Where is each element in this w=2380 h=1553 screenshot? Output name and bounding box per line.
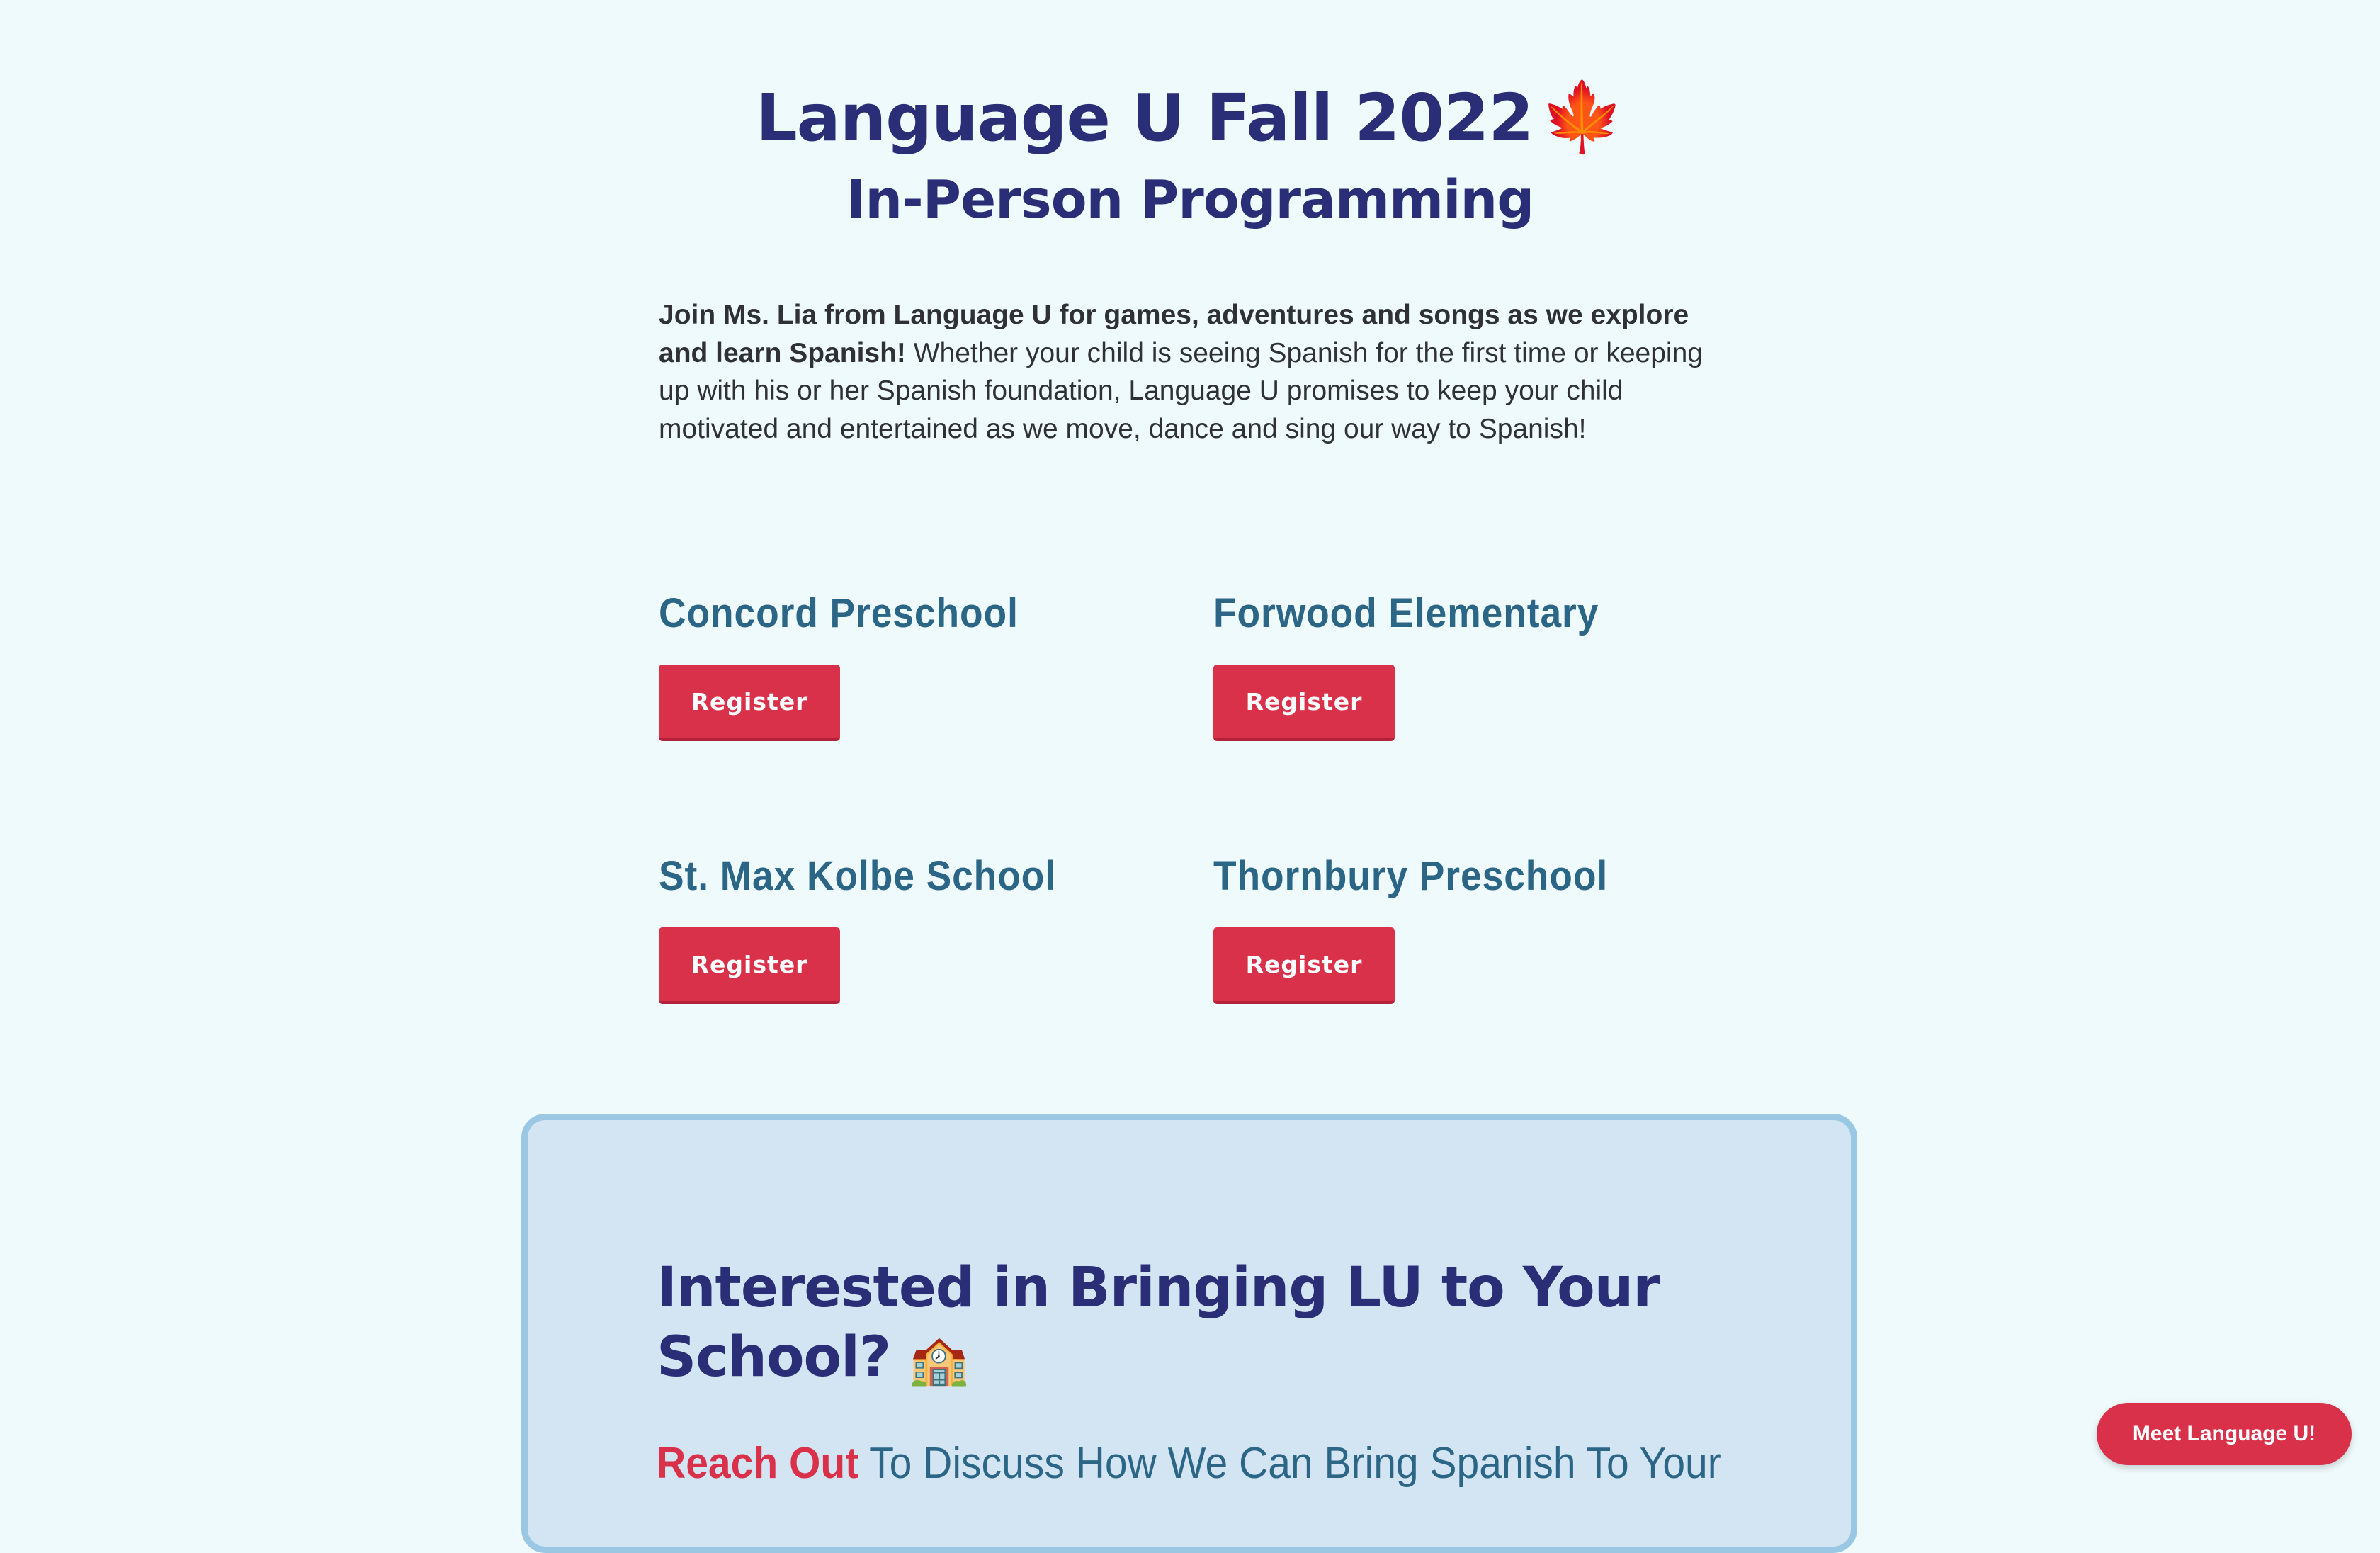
school-st-max-kolbe: St. Max Kolbe School Register xyxy=(659,848,1155,1004)
school-name: Forwood Elementary xyxy=(1213,590,1599,636)
meet-language-u-button[interactable]: Meet Language U! xyxy=(2097,1403,2352,1465)
register-button-thornbury[interactable]: Register xyxy=(1213,927,1395,1004)
school-thornbury: Thornbury Preschool Register xyxy=(1213,848,1709,1004)
page-title: Language U Fall 2022 🍁 xyxy=(0,69,2380,166)
register-button-concord[interactable]: Register xyxy=(659,665,840,741)
card-title-text: Interested in Bringing LU to Your School… xyxy=(657,1256,1660,1389)
intro-paragraph: Join Ms. Lia from Language U for games, … xyxy=(659,296,1714,448)
card-title: Interested in Bringing LU to Your School… xyxy=(657,1253,1719,1395)
page-title-text: Language U Fall 2022 xyxy=(756,80,1534,156)
school-forwood: Forwood Elementary Register xyxy=(1213,585,1709,741)
card-subtitle: Reach Out To Discuss How We Can Bring Sp… xyxy=(657,1432,1764,1496)
card-subtitle-text: To Discuss How We Can Bring Spanish To Y… xyxy=(858,1439,1721,1488)
school-building-icon: 🏫 xyxy=(909,1332,969,1388)
page-header: Language U Fall 2022 🍁 In-Person Programm… xyxy=(0,69,2380,234)
register-button-st-max-kolbe[interactable]: Register xyxy=(659,927,840,1004)
school-concord: Concord Preschool Register xyxy=(659,585,1155,741)
school-name: Concord Preschool xyxy=(659,590,1019,636)
reach-out-link[interactable]: Reach Out xyxy=(657,1439,858,1488)
page-subtitle: In-Person Programming xyxy=(846,169,1534,230)
bring-lu-card: Interested in Bringing LU to Your School… xyxy=(521,1114,1857,1553)
register-button-forwood[interactable]: Register xyxy=(1213,665,1395,741)
school-name: Thornbury Preschool xyxy=(1213,853,1609,899)
maple-leaf-icon: 🍁 xyxy=(1540,77,1625,157)
school-name: St. Max Kolbe School xyxy=(659,853,1056,899)
